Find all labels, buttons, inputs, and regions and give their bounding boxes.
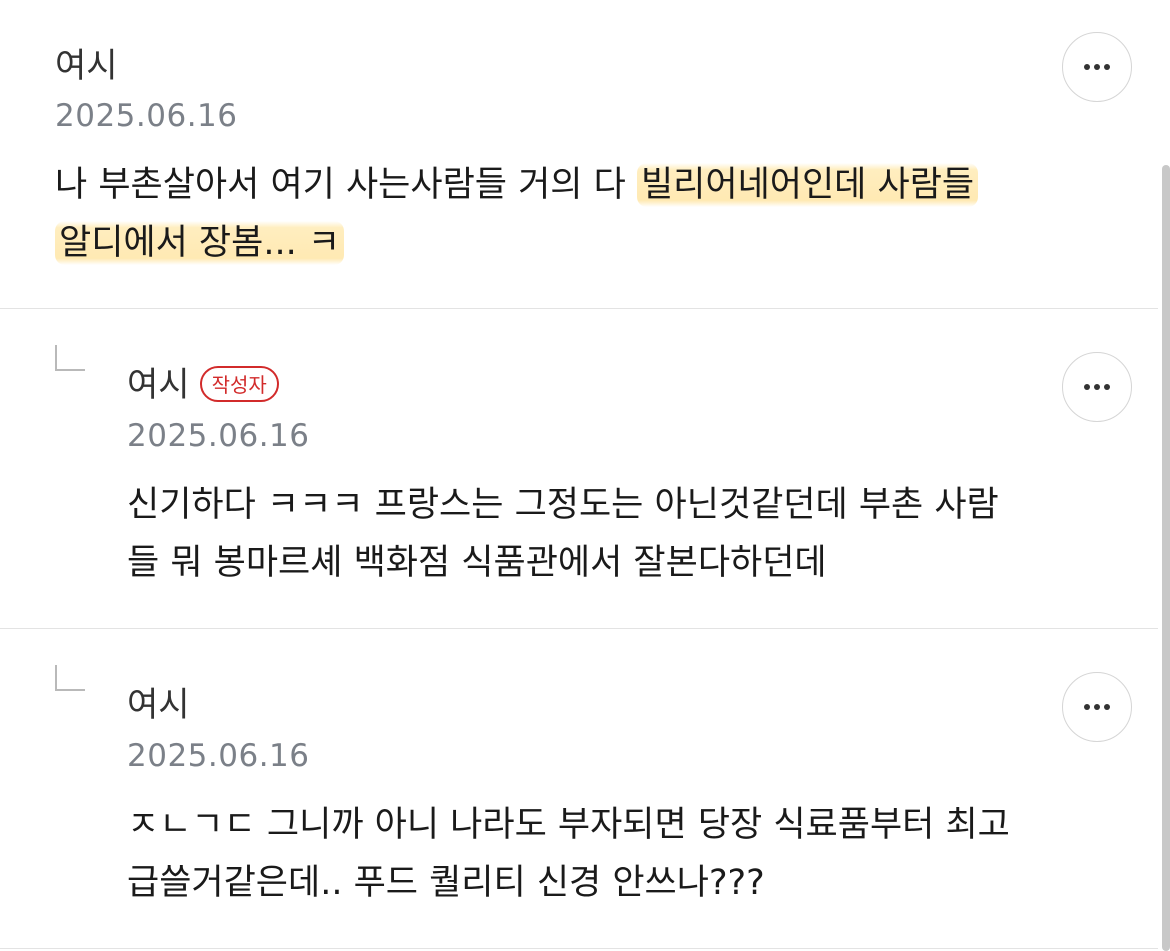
comment-body-text: 나 부촌살아서 여기 사는사람들 거의 다 [55,165,637,205]
comment-body: ㅈㄴㄱㄷ 그니까 아니 나라도 부자되면 당장 식료품부터 최고 [127,805,1010,845]
comment-author[interactable]: 여시 [55,46,118,86]
author-badge: 작성자 [199,365,279,402]
reply-arrow-icon [55,665,85,691]
comment-body: 신기하다 ㅋㅋㅋ 프랑스는 그정도는 아닌것같던데 부촌 사람 [127,485,999,525]
comment-author[interactable]: 여시 [127,685,190,725]
comment-author-name[interactable]: 여시 [127,365,190,405]
highlighted-text: 알디에서 장봄... ㅋ [55,221,345,265]
comment-date: 2025.06.16 [55,98,238,134]
comment-body: 들 뭐 봉마르셰 백화점 식품관에서 잘본다하던데 [127,543,827,583]
reply-item: 여시 작성자 2025.06.16 신기하다 ㅋㅋㅋ 프랑스는 그정도는 아닌것같… [0,309,1158,628]
comment-author: 여시 작성자 [127,365,279,405]
comment-date: 2025.06.16 [127,418,310,454]
comment-item: 여시 2025.06.16 나 부촌살아서 여기 사는사람들 거의 다 빌리어네… [0,0,1158,308]
more-options-button[interactable] [1062,32,1132,102]
comment-divider [0,948,1158,949]
more-options-button[interactable] [1062,672,1132,742]
scrollbar[interactable] [1162,165,1170,951]
more-horizontal-icon [1084,64,1110,70]
reply-item: 여시 2025.06.16 ㅈㄴㄱㄷ 그니까 아니 나라도 부자되면 당장 식료… [0,629,1158,949]
more-horizontal-icon [1084,704,1110,710]
comment-date: 2025.06.16 [127,738,310,774]
comment-thread: 여시 2025.06.16 나 부촌살아서 여기 사는사람들 거의 다 빌리어네… [0,0,1170,951]
reply-arrow-icon [55,345,85,371]
more-horizontal-icon [1084,384,1110,390]
comment-body: 나 부촌살아서 여기 사는사람들 거의 다 빌리어네어인데 사람들 [55,156,979,214]
highlighted-text: 빌리어네어인데 사람들 [636,163,979,207]
comment-body: 급쓸거같은데.. 푸드 퀄리티 신경 안쓰나??? [127,863,765,903]
more-options-button[interactable] [1062,352,1132,422]
comment-body: 알디에서 장봄... ㅋ [55,214,345,272]
